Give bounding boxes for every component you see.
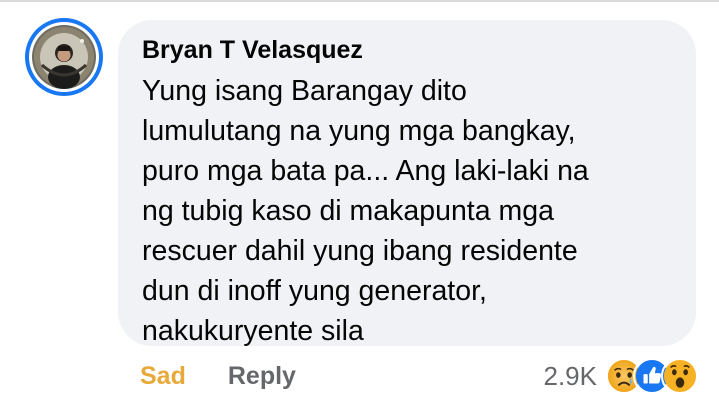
author-name[interactable]: Bryan T Velasquez [142, 33, 672, 67]
reply-button[interactable]: Reply [228, 362, 296, 391]
comment-line: dun di inoff yung generator, [142, 275, 487, 307]
comment-line: Yung isang Barangay dito [142, 75, 467, 107]
comment-bubble: Bryan T Velasquez Yung isang Barangay di… [118, 20, 696, 347]
reaction-count: 2.9K [543, 360, 598, 391]
avatar-ring [29, 22, 99, 92]
profile-photo-icon [32, 25, 96, 89]
comment-text: Yung isang Barangay dito lumulutang na y… [142, 71, 672, 351]
comment: Bryan T Velasquez Yung isang Barangay di… [0, 0, 719, 408]
comment-line: lumulutang na yung mga bangkay, [142, 115, 576, 147]
comment-line: rescuer dahil yung ibang residente [142, 235, 578, 267]
comment-line: ng tubig kaso di makapunta mga [142, 195, 554, 227]
sad-reaction-button[interactable]: Sad [140, 362, 186, 391]
comment-actions: Sad Reply [140, 356, 296, 396]
reactions-summary[interactable]: 2.9K [543, 355, 699, 397]
comment-line: puro mga bata pa... Ang laki-laki na [142, 155, 589, 187]
avatar[interactable] [25, 18, 103, 96]
comment-line: nakukuryente sila [142, 315, 364, 347]
wow-emoji-icon [661, 357, 699, 395]
